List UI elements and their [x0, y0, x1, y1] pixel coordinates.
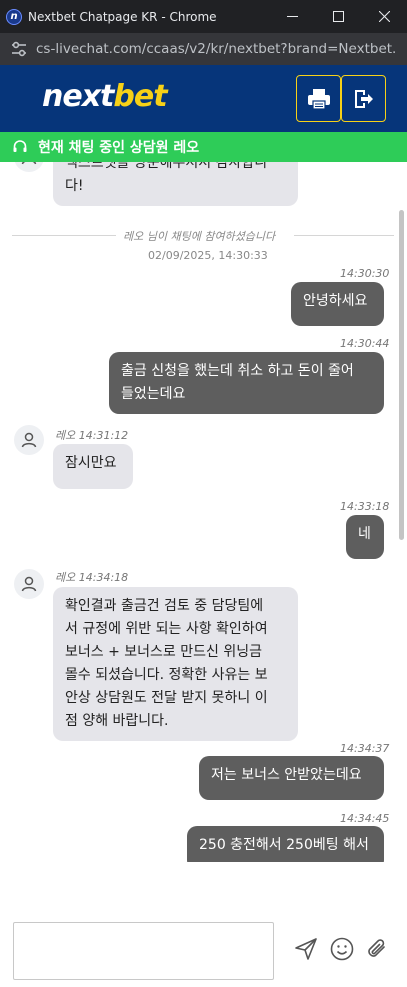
- message-input[interactable]: [13, 922, 274, 980]
- user-avatar-icon: [21, 432, 37, 448]
- logo-text-bet: bet: [113, 79, 167, 114]
- chat-bubble-user: 안녕하세요: [291, 282, 384, 326]
- divider: [12, 235, 116, 236]
- url-text[interactable]: cs-livechat.com/ccaas/v2/kr/nextbet?bran…: [36, 41, 396, 57]
- chat-bubble-user: 250 충전해서 250베팅 해서: [187, 826, 384, 862]
- chat-bubble-user: 저는 보너스 안받았는데요: [199, 756, 384, 800]
- send-icon: [295, 938, 317, 960]
- attach-file-button[interactable]: [362, 934, 392, 964]
- agent-avatar: [14, 162, 44, 172]
- brand-header: nextbet: [0, 65, 407, 132]
- message-line: 점 양해 바랍니다.: [65, 713, 169, 729]
- exit-icon: [354, 89, 373, 108]
- print-button[interactable]: [296, 75, 341, 122]
- chat-bubble-user: 출금 신청을 했는데 취소 하고 돈이 줄어 들었는데요: [109, 352, 384, 414]
- chat-scrollbar[interactable]: [399, 210, 404, 540]
- headset-icon: [13, 140, 27, 152]
- emoji-button[interactable]: [327, 934, 357, 964]
- message-composer: [0, 862, 407, 987]
- agent-status-bar: 현재 채팅 중인 상담원 레오: [0, 132, 407, 162]
- chat-bubble-user: 네: [346, 515, 384, 559]
- chat-bubble-agent: 확인결과 출금건 검토 중 담당팀에 서 규정에 위반 되는 사항 확인하여 보…: [53, 587, 298, 741]
- send-button[interactable]: [291, 934, 321, 964]
- message-line: 저는 보너스 안받았는데요: [211, 767, 362, 783]
- message-timestamp: 14:34:18: [78, 571, 129, 584]
- message-line: 네: [358, 526, 371, 542]
- message-line: 서 규정에 위반 되는 사항 확인하여: [65, 621, 268, 637]
- maximize-button[interactable]: [315, 0, 361, 33]
- print-icon: [307, 88, 330, 110]
- window-controls: [269, 0, 407, 33]
- window-title: Nextbet Chatpage KR - Chrome: [28, 9, 217, 24]
- exit-chat-button[interactable]: [341, 75, 386, 122]
- site-info-icon[interactable]: [10, 40, 28, 58]
- user-avatar-icon: [21, 162, 37, 165]
- message-timestamp: 14:34:45: [340, 812, 390, 825]
- message-line: 확인결과 출금건 검토 중 담당팀에: [65, 598, 264, 614]
- message-line: 안녕하세요: [303, 293, 368, 309]
- message-line: 250 충전해서 250베팅 해서: [199, 837, 369, 853]
- message-line: 출금 신청을 했는데 취소 하고 돈이 줄어: [121, 363, 354, 379]
- minimize-button[interactable]: [269, 0, 315, 33]
- message-line: 안상 상담원도 전달 받지 못하니 이: [65, 690, 268, 706]
- chat-bubble-agent: 잠시만요: [53, 444, 133, 489]
- agent-status-text: 현재 채팅 중인 상담원 레오: [38, 140, 200, 156]
- system-date: 02/09/2025, 14:30:33: [148, 249, 268, 262]
- browser-titlebar: n Nextbet Chatpage KR - Chrome: [0, 0, 407, 33]
- paperclip-icon: [368, 939, 385, 957]
- sender-name: 레오: [55, 429, 76, 442]
- divider: [294, 235, 394, 236]
- nextbet-favicon-icon: n: [6, 8, 22, 25]
- message-line: 들었는데요: [121, 386, 186, 402]
- message-sender-time: 레오 14:34:18: [55, 569, 128, 585]
- user-avatar-icon: [21, 576, 37, 592]
- message-timestamp: 14:30:44: [340, 337, 390, 350]
- minimize-icon: [286, 16, 298, 17]
- message-timestamp: 14:30:30: [340, 267, 390, 280]
- message-timestamp: 14:31:12: [78, 429, 129, 442]
- message-timestamp: 14:33:18: [340, 500, 390, 513]
- message-timestamp: 14:34:37: [340, 742, 390, 755]
- agent-avatar: [14, 569, 44, 599]
- message-line: 다!: [65, 178, 84, 194]
- agent-avatar: [14, 425, 44, 455]
- maximize-icon: [332, 11, 344, 22]
- message-line: 몰수 되셨습니다. 정확한 사유는 보: [65, 667, 268, 683]
- sender-name: 레오: [55, 571, 76, 584]
- chat-transcript[interactable]: 넥스트벳을 방문해주셔서 감사합니 다! 레오 님이 채팅에 참여하셨습니다 0…: [0, 162, 407, 862]
- system-joined-text: 레오 님이 채팅에 참여하셨습니다: [123, 230, 276, 243]
- message-line: 잠시만요: [65, 455, 117, 471]
- emoji-icon: [330, 937, 354, 961]
- close-button[interactable]: [361, 0, 407, 33]
- message-sender-time: 레오 14:31:12: [55, 427, 128, 443]
- message-line: 보너스 + 보너스로 만드신 위닝금: [65, 644, 262, 660]
- close-icon: [378, 11, 390, 22]
- address-bar[interactable]: cs-livechat.com/ccaas/v2/kr/nextbet?bran…: [0, 33, 407, 65]
- message-line: 넥스트벳을 방문해주셔서 감사합니: [65, 162, 268, 171]
- nextbet-logo: nextbet: [42, 79, 168, 114]
- chat-bubble-agent: 넥스트벳을 방문해주셔서 감사합니 다!: [53, 162, 298, 206]
- logo-text-next: next: [42, 79, 114, 114]
